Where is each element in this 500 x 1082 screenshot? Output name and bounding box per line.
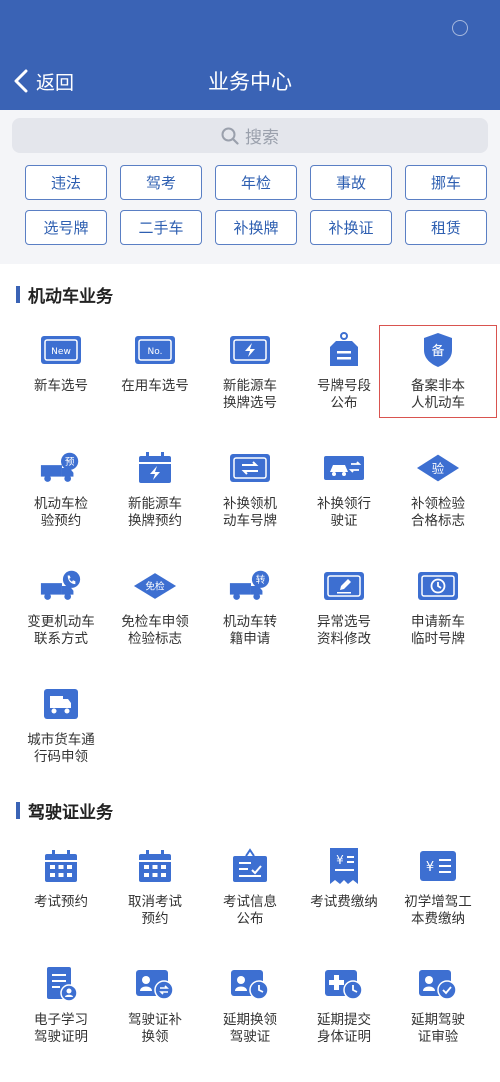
section-bar xyxy=(16,801,20,819)
notice-board-icon xyxy=(228,846,272,886)
svg-text:¥: ¥ xyxy=(426,860,434,875)
quick-tag-move-car[interactable]: 挪车 xyxy=(405,165,487,200)
no-plate-icon: No. xyxy=(133,330,177,370)
quick-tag-driving-test[interactable]: 驾考 xyxy=(120,165,202,200)
quick-tag-license-replace[interactable]: 补换证 xyxy=(310,210,392,245)
service-used-car-plate[interactable]: No. 在用车选号 xyxy=(108,330,202,395)
service-driving-license-replace[interactable]: 补换领行 驶证 xyxy=(297,448,391,530)
svg-text:免检: 免检 xyxy=(145,581,165,593)
truck-inspect-icon: 预 xyxy=(39,448,83,488)
highlight-box xyxy=(379,325,497,418)
quick-tag-plate-selection[interactable]: 选号牌 xyxy=(25,210,107,245)
fee-receipt-icon: ¥ xyxy=(322,846,366,886)
cargo-truck-icon xyxy=(39,684,83,724)
service-inspection-mark-replace[interactable]: 验 补领检验 合格标志 xyxy=(391,448,485,530)
quick-tag-violation[interactable]: 违法 xyxy=(25,165,107,200)
service-e-learning-proof[interactable]: 电子学习 驾驶证明 xyxy=(14,964,108,1046)
plate-edit-icon xyxy=(322,566,366,606)
quick-tag-used-car[interactable]: 二手车 xyxy=(120,210,202,245)
service-plate-range[interactable]: 号牌号段 公布 xyxy=(297,330,391,412)
ev-plate-icon xyxy=(228,330,272,370)
car-swap-icon xyxy=(322,448,366,488)
camera-indicator-icon xyxy=(452,20,468,36)
service-license-review-delay[interactable]: 延期驾驶 证审验 xyxy=(391,964,485,1046)
svg-text:¥: ¥ xyxy=(336,853,344,867)
service-plate-replace[interactable]: 补换领机 动车号牌 xyxy=(203,448,297,530)
quick-tag-accident[interactable]: 事故 xyxy=(310,165,392,200)
service-medical-delay[interactable]: 延期提交 身体证明 xyxy=(297,964,391,1046)
e-learning-doc-icon xyxy=(39,964,83,1004)
search-placeholder: 搜索 xyxy=(245,128,279,148)
page-title: 业务中心 xyxy=(208,70,292,94)
section-bar xyxy=(16,285,20,303)
section-title-license: 驾驶证业务 xyxy=(16,799,113,823)
svg-text:New: New xyxy=(51,347,71,357)
search-area: 搜索 违法 驾考 年检 事故 挪车 选号牌 二手车 补换牌 补换证 租赁 xyxy=(0,110,500,264)
service-ev-plate-select[interactable]: 新能源车 换牌选号 xyxy=(203,330,297,412)
service-license-renew-delay[interactable]: 延期换领 驾驶证 xyxy=(203,964,297,1046)
temp-plate-icon xyxy=(416,566,460,606)
ev-calendar-icon xyxy=(133,448,177,488)
search-icon xyxy=(221,127,239,145)
quick-tag-plate-replace[interactable]: 补换牌 xyxy=(215,210,297,245)
svg-text:No.: No. xyxy=(148,347,163,357)
search-input[interactable]: 搜索 xyxy=(12,118,488,153)
service-cancel-exam[interactable]: 取消考试 预约 xyxy=(108,846,202,928)
truck-transfer-icon: 转 xyxy=(228,566,272,606)
service-exempt-mark[interactable]: 免检 免检车申领 检验标志 xyxy=(108,566,202,648)
plate-tag-icon xyxy=(322,330,366,370)
service-plate-data-edit[interactable]: 异常选号 资料修改 xyxy=(297,566,391,648)
calendar-cancel-icon xyxy=(133,846,177,886)
license-clock-icon xyxy=(228,964,272,1004)
service-exam-fee[interactable]: ¥ 考试费缴纳 xyxy=(297,846,391,911)
svg-text:预: 预 xyxy=(65,457,75,468)
service-cargo-pass[interactable]: 城市货车通 行码申领 xyxy=(14,684,108,766)
truck-phone-icon xyxy=(39,566,83,606)
section-title-vehicle: 机动车业务 xyxy=(16,283,113,307)
service-license-replace[interactable]: 驾驶证补 换领 xyxy=(108,964,202,1046)
license-check-icon xyxy=(416,964,460,1004)
service-change-contact[interactable]: 变更机动车 联系方式 xyxy=(14,566,108,648)
license-swap-icon xyxy=(133,964,177,1004)
service-exam-booking[interactable]: 考试预约 xyxy=(14,846,108,911)
service-inspection-booking[interactable]: 预 机动车检 验预约 xyxy=(14,448,108,530)
svg-text:验: 验 xyxy=(432,461,445,476)
service-temp-plate[interactable]: 申请新车 临时号牌 xyxy=(391,566,485,648)
svg-text:转: 转 xyxy=(256,574,266,586)
medical-clock-icon xyxy=(322,964,366,1004)
service-beginner-fee[interactable]: ¥ 初学增驾工 本费缴纳 xyxy=(391,846,485,928)
fee-list-icon: ¥ xyxy=(416,846,460,886)
quick-tag-rental[interactable]: 租赁 xyxy=(405,210,487,245)
new-plate-icon: New xyxy=(39,330,83,370)
plate-swap-icon xyxy=(228,448,272,488)
inspection-diamond-icon: 验 xyxy=(416,448,460,488)
quick-tag-annual-inspection[interactable]: 年检 xyxy=(215,165,297,200)
service-new-car-plate[interactable]: New 新车选号 xyxy=(14,330,108,395)
exempt-diamond-icon: 免检 xyxy=(133,566,177,606)
service-vehicle-transfer[interactable]: 转 机动车转 籍申请 xyxy=(203,566,297,648)
app-header: 返回 业务中心 xyxy=(0,0,500,110)
calendar-icon xyxy=(39,846,83,886)
service-ev-plate-booking[interactable]: 新能源车 换牌预约 xyxy=(108,448,202,530)
service-exam-info[interactable]: 考试信息 公布 xyxy=(203,846,297,928)
